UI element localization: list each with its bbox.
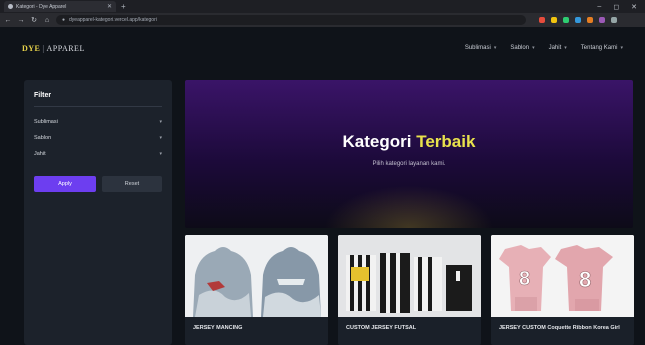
window-controls: – ◻ ✕ (597, 3, 645, 11)
menu-label: Jahit (548, 45, 562, 51)
category-grid: JERSEY MANCING CUSTOM JERSEY FUTSAL 8 8 … (185, 235, 640, 345)
new-tab-button[interactable]: + (121, 2, 126, 11)
filter-item-jahit[interactable]: Jahit ▾ (34, 146, 162, 162)
site-navbar: DYE | APPAREL Sublimasi ▾ Sablon ▾ Jahit ▾ Te… (0, 27, 645, 69)
chevron-down-icon: ▾ (159, 119, 162, 125)
extension-icon[interactable] (599, 17, 605, 23)
reset-button[interactable]: Reset (101, 176, 162, 192)
chevron-down-icon: ▾ (159, 151, 162, 157)
chevron-down-icon: ▾ (532, 45, 535, 51)
hero-title-accent: Terbaik (416, 132, 476, 151)
filter-label: Sablon (34, 135, 52, 141)
category-card[interactable]: JERSEY MANCING (185, 235, 328, 345)
url-field[interactable]: ● dyeapparel-kategori.vercel.app/kategor… (56, 15, 526, 25)
category-card[interactable]: 8 8 JERSEY CUSTOM Coquette Ribbon Korea … (491, 235, 634, 345)
chevron-down-icon: ▾ (564, 45, 567, 51)
favicon-icon (8, 4, 13, 9)
close-icon[interactable]: ✕ (107, 3, 112, 10)
browser-tab-bar: Kategori - Dye Apparel ✕ + – ◻ ✕ (0, 0, 645, 13)
chevron-down-icon: ▾ (159, 135, 162, 141)
browser-tab[interactable]: Kategori - Dye Apparel ✕ (4, 1, 116, 12)
logo-separator: | (42, 43, 45, 53)
hoodie-image (185, 235, 328, 317)
extensions-bar (539, 17, 617, 23)
home-icon[interactable]: ⌂ (43, 17, 51, 24)
filter-item-sublimasi[interactable]: Sublimasi ▾ (34, 114, 162, 130)
jersey-image (338, 235, 481, 317)
extension-icon[interactable] (587, 17, 593, 23)
back-icon[interactable]: ← (4, 17, 12, 24)
minimize-button[interactable]: – (597, 3, 601, 11)
lock-icon: ● (62, 17, 66, 23)
card-label: JERSEY MANCING (193, 325, 243, 331)
address-bar: ← → ↻ ⌂ ● dyeapparel-kategori.vercel.app… (0, 13, 645, 27)
jersey-image: 8 8 (491, 235, 634, 317)
filter-actions: Apply Reset (34, 176, 162, 192)
hero-title-main: Kategori (342, 132, 412, 151)
menu-label: Sublimasi (464, 45, 491, 51)
chevron-down-icon: ▾ (493, 45, 497, 51)
website: DYE | APPAREL Sublimasi ▾ Sablon ▾ Jahit ▾ Te… (0, 27, 645, 345)
tab-title: Kategori - Dye Apparel (16, 3, 67, 10)
main-menu: Sublimasi ▾ Sablon ▾ Jahit ▾ Tentang Kami ▾ (465, 45, 623, 51)
extension-icon[interactable] (563, 17, 569, 23)
site-logo[interactable]: DYE | APPAREL (22, 44, 85, 53)
filter-item-sablon[interactable]: Sablon ▾ (34, 130, 162, 146)
menu-label: Sablon (510, 45, 530, 51)
svg-text:8: 8 (519, 268, 530, 290)
menu-item-sablon[interactable]: Sablon ▾ (510, 45, 534, 51)
menu-item-jahit[interactable]: Jahit ▾ (549, 45, 567, 51)
extension-icon[interactable] (551, 17, 557, 23)
close-window-button[interactable]: ✕ (631, 3, 637, 11)
logo-name: APPAREL (46, 43, 85, 53)
apply-button[interactable]: Apply (34, 176, 96, 192)
filter-title: Filter (34, 92, 162, 107)
svg-text:8: 8 (579, 267, 591, 292)
extension-icon[interactable] (539, 17, 545, 23)
url-text: dyeapparel-kategori.vercel.app/kategori (69, 17, 157, 23)
extension-icon[interactable] (575, 17, 581, 23)
hero-title: Kategori Terbaik (185, 132, 633, 152)
filter-label: Sublimasi (34, 119, 58, 125)
menu-item-tentang-kami[interactable]: Tentang Kami ▾ (581, 45, 623, 51)
menu-label: Tentang Kami (580, 45, 618, 51)
forward-icon[interactable]: → (17, 17, 25, 24)
menu-item-sublimasi[interactable]: Sublimasi ▾ (465, 45, 497, 51)
card-label: CUSTOM JERSEY FUTSAL (346, 325, 417, 331)
logo-mark: DYE (22, 43, 41, 53)
maximize-button[interactable]: ◻ (613, 3, 619, 11)
card-label: JERSEY CUSTOM Coquette Ribbon Korea Girl (499, 325, 620, 331)
filter-panel: Filter Sublimasi ▾ Sablon ▾ Jahit ▾ Appl… (24, 80, 172, 345)
category-card[interactable]: CUSTOM JERSEY FUTSAL (338, 235, 481, 345)
chevron-down-icon: ▾ (620, 45, 623, 51)
extension-icon[interactable] (611, 17, 617, 23)
reload-icon[interactable]: ↻ (30, 16, 38, 24)
filter-label: Jahit (34, 151, 46, 157)
hero-subtitle: Pilih kategori layanan kami. (372, 161, 446, 167)
hero-banner: Kategori Terbaik Pilih kategori layanan … (185, 80, 633, 228)
